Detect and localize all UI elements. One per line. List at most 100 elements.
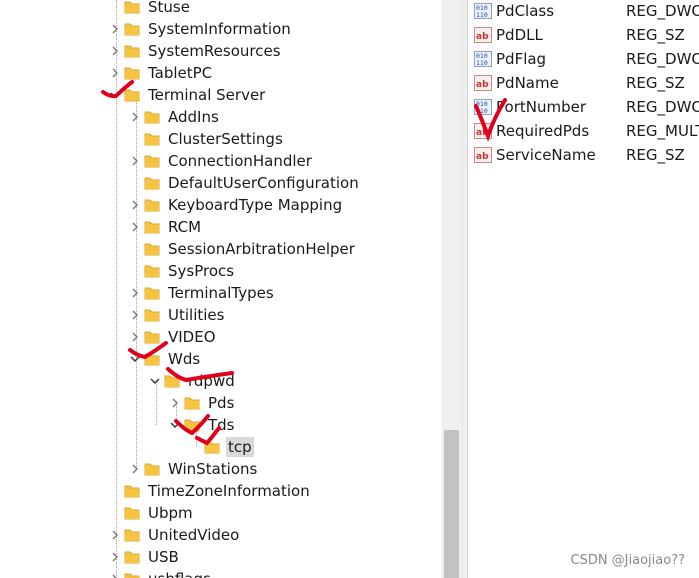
tree-node-label: tcp <box>226 437 254 457</box>
folder-icon <box>144 330 160 344</box>
string-value-icon: ab <box>474 27 492 43</box>
chevron-down-icon[interactable] <box>108 84 122 106</box>
chevron-right-icon[interactable] <box>128 458 142 480</box>
chevron-right-icon[interactable] <box>108 18 122 40</box>
chevron-down-icon[interactable] <box>168 414 182 436</box>
tree-node-video[interactable]: VIDEO <box>128 326 218 348</box>
tree-node-winstations[interactable]: WinStations <box>128 458 259 480</box>
value-row-pdname[interactable]: ab PdName REG_SZ <box>474 71 685 95</box>
folder-icon <box>144 308 160 322</box>
folder-icon <box>124 66 140 80</box>
chevron-down-icon[interactable] <box>128 348 142 370</box>
tree-node-label: KeyboardType Mapping <box>168 196 343 214</box>
no-expander <box>128 128 142 150</box>
chevron-right-icon[interactable] <box>128 216 142 238</box>
string-value-icon: ab <box>474 123 492 139</box>
tree-node-ubpm[interactable]: Ubpm <box>108 502 195 524</box>
tree-node-sessionarbitrationhelper[interactable]: SessionArbitrationHelper <box>128 238 357 260</box>
chevron-right-icon[interactable] <box>128 326 142 348</box>
folder-icon <box>124 484 140 498</box>
value-name: ServiceName <box>496 146 596 164</box>
chevron-right-icon[interactable] <box>108 62 122 84</box>
chevron-right-icon[interactable] <box>108 546 122 568</box>
binary-value-icon: 010 110 <box>474 99 492 115</box>
tree-node-unitedvideo[interactable]: UnitedVideo <box>108 524 241 546</box>
chevron-right-icon[interactable] <box>108 40 122 62</box>
folder-icon <box>124 44 140 58</box>
registry-values-list[interactable]: 010110PdClassREG_DWORDabPdDLLREG_SZ01011… <box>468 0 699 578</box>
tree-node-defaultuserconfiguration[interactable]: DefaultUserConfiguration <box>128 172 361 194</box>
tree-node-clustersettings[interactable]: ClusterSettings <box>128 128 285 150</box>
value-row-pdflag[interactable]: 010110PdFlag REG_DWORD <box>474 47 699 71</box>
value-row-servicename[interactable]: ab ServiceName REG_SZ <box>474 143 685 167</box>
tree-node-label: Terminal Server <box>148 86 266 104</box>
tree-node-label: Utilities <box>168 306 225 324</box>
tree-node-label: RCM <box>168 218 202 236</box>
tree-node-pds[interactable]: Pds <box>168 392 236 414</box>
folder-icon <box>124 572 140 578</box>
value-row-portnumber[interactable]: 010110PortNumber REG_DWORD <box>474 95 699 119</box>
value-row-pdclass[interactable]: 010110PdClass REG_DWORD <box>474 0 699 23</box>
chevron-right-icon[interactable] <box>128 106 142 128</box>
value-row-pddll[interactable]: ab PdDLL REG_SZ <box>474 23 685 47</box>
folder-icon <box>144 264 160 278</box>
tree-node-systeminformation[interactable]: SystemInformation <box>108 18 293 40</box>
tree-node-label: USB <box>148 548 179 566</box>
tree-scroll-thumb[interactable] <box>444 430 459 578</box>
tree-node-tabletpc[interactable]: TabletPC <box>108 62 214 84</box>
folder-icon <box>144 176 160 190</box>
chevron-right-icon[interactable] <box>168 392 182 414</box>
folder-icon <box>144 154 160 168</box>
folder-icon <box>164 374 180 388</box>
registry-key-tree[interactable]: Stuse SystemInformation SystemResources Tab… <box>0 0 462 578</box>
chevron-right-icon[interactable] <box>108 568 122 578</box>
tree-node-tcp[interactable]: tcp <box>188 436 254 458</box>
string-value-icon: ab <box>474 75 492 91</box>
tree-node-keyboardtype-mapping[interactable]: KeyboardType Mapping <box>128 194 344 216</box>
tree-node-stuse[interactable]: Stuse <box>108 0 192 18</box>
tree-node-usb[interactable]: USB <box>108 546 181 568</box>
tree-node-tds[interactable]: Tds <box>168 414 237 436</box>
tree-node-terminal-server[interactable]: Terminal Server <box>108 84 267 106</box>
no-expander <box>108 0 122 18</box>
chevron-right-icon[interactable] <box>108 524 122 546</box>
value-type: REG_SZ <box>626 146 685 164</box>
folder-icon <box>124 528 140 542</box>
tree-node-connectionhandler[interactable]: ConnectionHandler <box>128 150 314 172</box>
tree-node-label: DefaultUserConfiguration <box>168 174 359 192</box>
tree-node-sysprocs[interactable]: SysProcs <box>128 260 236 282</box>
tree-node-systemresources[interactable]: SystemResources <box>108 40 283 62</box>
value-name: PortNumber <box>496 98 586 116</box>
value-type: REG_DWORD <box>626 50 699 68</box>
tree-node-label: UnitedVideo <box>148 526 240 544</box>
tree-node-utilities[interactable]: Utilities <box>128 304 226 326</box>
string-value-icon: ab <box>474 147 492 163</box>
tree-node-label: SystemInformation <box>148 20 291 38</box>
tree-node-label: Ubpm <box>148 504 193 522</box>
tree-node-addins[interactable]: AddIns <box>128 106 221 128</box>
tree-node-usbflags[interactable]: usbflags <box>108 568 213 578</box>
value-row-requiredpds[interactable]: ab RequiredPds REG_MULTI_SZ <box>474 119 699 143</box>
folder-icon <box>144 220 160 234</box>
folder-icon <box>124 0 140 14</box>
tree-node-rcm[interactable]: RCM <box>128 216 203 238</box>
tree-node-timezoneinformation[interactable]: TimeZoneInformation <box>108 480 312 502</box>
no-expander <box>128 172 142 194</box>
binary-value-icon: 010 110 <box>474 3 492 19</box>
tree-node-label: TerminalTypes <box>168 284 274 302</box>
tree-node-label: TabletPC <box>148 64 213 82</box>
tree-node-label: Wds <box>168 350 201 368</box>
tree-node-rdpwd[interactable]: rdpwd <box>148 370 237 392</box>
tree-node-terminaltypes[interactable]: TerminalTypes <box>128 282 276 304</box>
chevron-down-icon[interactable] <box>148 370 162 392</box>
chevron-right-icon[interactable] <box>128 150 142 172</box>
chevron-right-icon[interactable] <box>128 282 142 304</box>
chevron-right-icon[interactable] <box>128 304 142 326</box>
chevron-right-icon[interactable] <box>128 194 142 216</box>
tree-node-wds[interactable]: Wds <box>128 348 202 370</box>
svg-text:ab: ab <box>476 32 489 42</box>
tree-node-label: Stuse <box>148 0 190 16</box>
csdn-watermark: CSDN @Jiaojiao?? <box>570 553 685 568</box>
tree-node-label: SysProcs <box>168 262 235 280</box>
value-name: PdClass <box>496 2 555 20</box>
